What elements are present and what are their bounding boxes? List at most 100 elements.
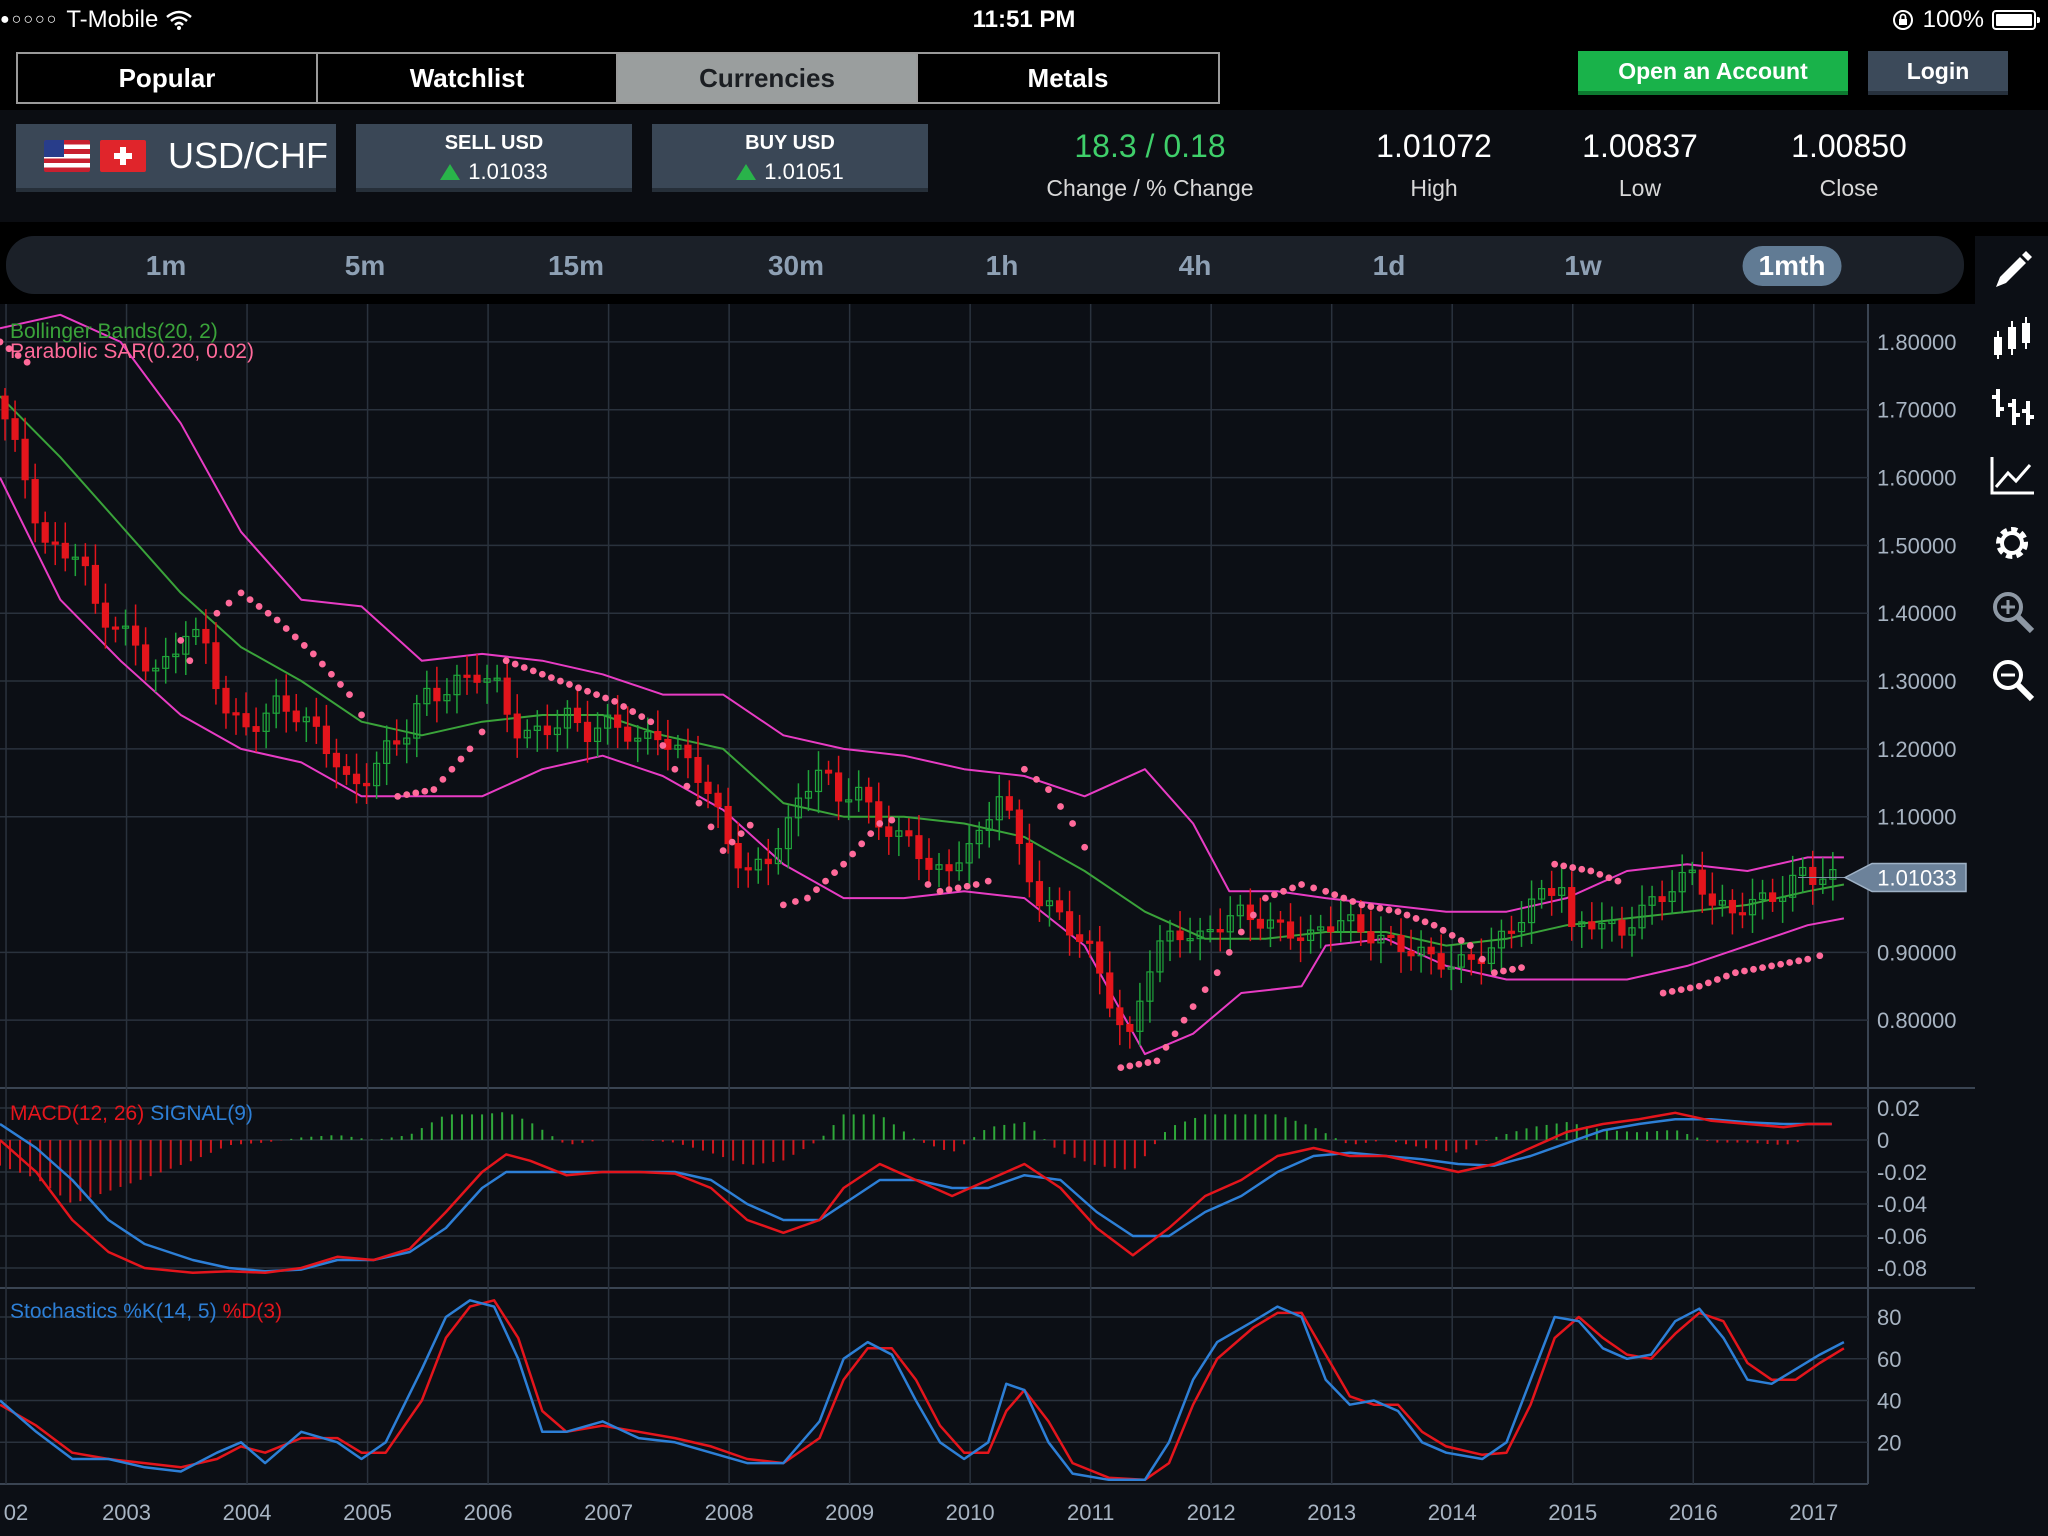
candle-body	[925, 857, 933, 870]
timeframe-1mth[interactable]: 1mth	[1742, 246, 1842, 286]
sell-price: 1.01033	[468, 159, 548, 184]
tab-watchlist[interactable]: Watchlist	[318, 54, 618, 102]
chart-canvas[interactable]: 1.01033 02 2003 2004 2005 2006 2007 2008 2009 20…	[0, 304, 1975, 1536]
candle-body	[91, 564, 100, 604]
low-value: 1.00837	[1582, 128, 1698, 164]
line-type-button[interactable]	[1985, 448, 2039, 502]
currency-pair-selector[interactable]: USD/CHF	[16, 124, 336, 192]
sar-dot	[346, 691, 353, 699]
candle-body	[1035, 881, 1044, 907]
sar-dot	[719, 847, 727, 855]
timeframe-1m[interactable]: 1m	[130, 246, 202, 286]
change-value: 18.3 / 0.18	[1074, 128, 1226, 164]
x-tick-label: 2013	[1307, 1500, 1356, 1525]
candle-body	[1256, 918, 1264, 929]
sar-dot	[1732, 969, 1739, 977]
candle-body	[1588, 921, 1596, 930]
sar-legend: Parabolic SAR(0.20, 0.02)	[10, 340, 254, 363]
stochastics-legend: Stochastics %K(14, 5) %D(3)	[10, 1300, 282, 1323]
price-up-icon	[736, 164, 757, 180]
candle-body	[1126, 1023, 1134, 1032]
sar-dot	[1271, 891, 1278, 899]
sar-dot	[309, 650, 317, 658]
sar-dot	[1614, 877, 1622, 885]
stat-high: 1.01072 High	[1364, 128, 1504, 202]
sar-dot	[1117, 1064, 1125, 1072]
sell-button[interactable]: SELL USD 1.01033	[356, 124, 632, 192]
sar-dot	[547, 674, 555, 682]
x-tick-label: 2012	[1187, 1500, 1236, 1525]
timeframe-1w[interactable]: 1w	[1548, 246, 1617, 286]
zoom-out-button[interactable]	[1985, 652, 2039, 706]
candle-body	[463, 674, 471, 678]
sar-dot	[1189, 1003, 1197, 1011]
sar-dot	[602, 694, 609, 702]
timeframe-5m[interactable]: 5m	[329, 246, 401, 286]
sar-dot	[1349, 898, 1357, 905]
sar-dot	[264, 609, 272, 617]
macd-y-tick-label: 0.02	[1877, 1096, 1920, 1121]
sar-dot	[1144, 1059, 1152, 1066]
candle-body	[1005, 796, 1013, 811]
sar-dot	[683, 782, 691, 790]
candle-body	[1, 395, 9, 420]
zoom-out-icon	[1993, 660, 2035, 702]
low-label: Low	[1618, 175, 1662, 201]
candle-body	[1296, 937, 1305, 942]
sar-dot	[1659, 989, 1667, 997]
candlestick-type-button[interactable]	[1985, 312, 2039, 366]
sar-dot	[457, 755, 465, 763]
sar-dot	[1466, 942, 1474, 949]
timeframe-4h[interactable]: 4h	[1163, 246, 1228, 286]
sar-dot	[1298, 881, 1305, 888]
sar-dot	[1518, 964, 1525, 972]
stat-change: 18.3 / 0.18 Change / % Change	[1030, 128, 1270, 202]
price-chart[interactable]: 1.01033 02 2003 2004 2005 2006 2007 2008 2009 20…	[0, 304, 1975, 1536]
ohlc-type-button[interactable]	[1985, 380, 2039, 434]
battery-icon	[1992, 10, 2040, 30]
tab-popular[interactable]: Popular	[18, 54, 318, 102]
buy-label: BUY USD	[745, 132, 835, 154]
timeframe-15m[interactable]: 15m	[532, 246, 620, 286]
sar-dot	[867, 830, 875, 838]
candle-body	[1116, 1007, 1124, 1026]
sar-dot	[318, 660, 326, 668]
sar-dot	[225, 599, 233, 607]
sar-dot	[557, 677, 564, 685]
candle-body	[1548, 888, 1556, 896]
candle-body	[1216, 929, 1224, 933]
x-tick-label: 2015	[1548, 1500, 1597, 1525]
sar-dot	[511, 660, 519, 668]
sar-dot	[1162, 1043, 1170, 1051]
sar-dot	[620, 703, 628, 710]
candle-body	[1106, 972, 1114, 1009]
candle-body	[1437, 953, 1445, 970]
timeframe-1h[interactable]: 1h	[970, 246, 1035, 286]
open-account-button[interactable]: Open an Account	[1578, 51, 1848, 95]
tab-metals[interactable]: Metals	[918, 54, 1218, 102]
stoch-y-tick-label: 60	[1877, 1347, 1901, 1372]
candle-body	[1768, 892, 1777, 902]
candle-body	[1708, 893, 1716, 906]
timeframe-30m[interactable]: 30m	[752, 246, 840, 286]
candle-body	[865, 786, 873, 803]
sar-dot	[300, 642, 308, 649]
login-button[interactable]: Login	[1868, 51, 2008, 95]
zoom-in-button[interactable]	[1985, 584, 2039, 638]
candle-body	[1618, 919, 1626, 936]
sar-dot	[1180, 1016, 1188, 1024]
settings-button[interactable]	[1985, 516, 2039, 570]
signal-label: SIGNAL(9)	[150, 1102, 253, 1125]
sar-dot	[328, 670, 335, 678]
sar-dot	[337, 681, 344, 688]
sar-dot	[728, 838, 736, 846]
sar-dot	[466, 745, 474, 753]
candle-body	[1276, 919, 1285, 923]
draw-tool-button[interactable]	[1985, 244, 2039, 298]
buy-button[interactable]: BUY USD 1.01051	[652, 124, 928, 192]
sar-dot	[0, 338, 4, 346]
timeframe-1d[interactable]: 1d	[1357, 246, 1422, 286]
price-y-tick-label: 1.80000	[1877, 330, 1957, 355]
sar-dot	[876, 820, 884, 827]
tab-currencies[interactable]: Currencies	[618, 54, 918, 102]
